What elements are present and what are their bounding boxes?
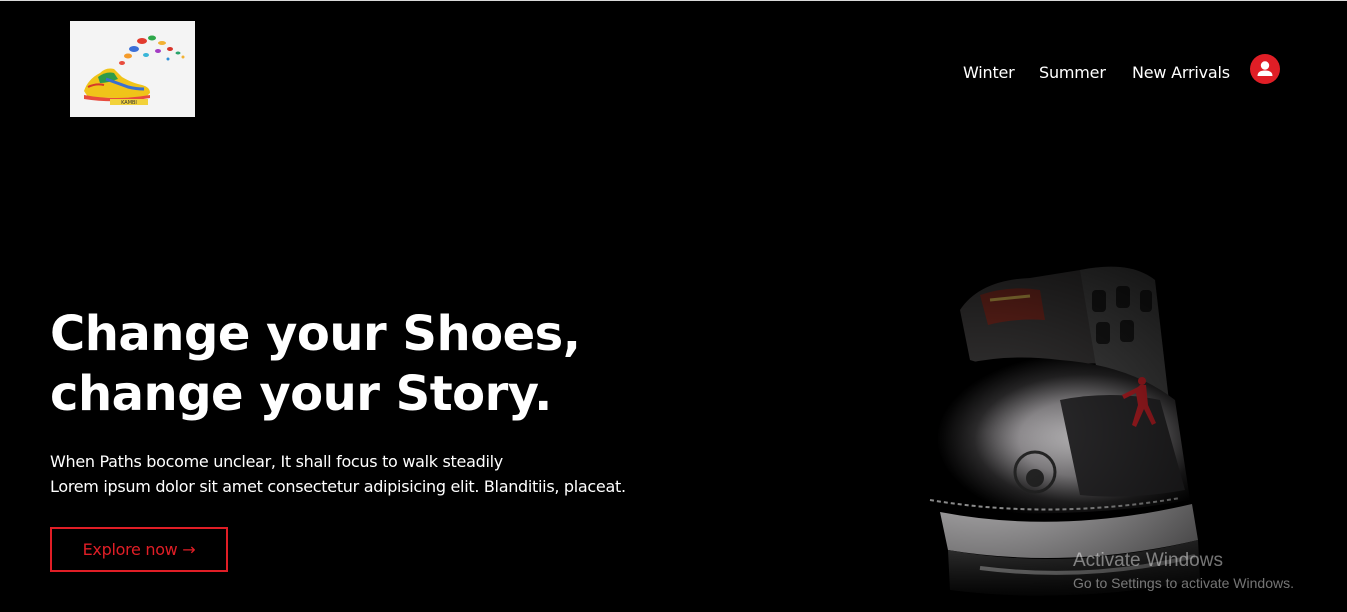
main-nav: Winter Summer New Arrivals bbox=[0, 60, 1347, 86]
hero-subtitle-line-1: When Paths bocome unclear, It shall focu… bbox=[50, 452, 503, 471]
hero-title-line-1: Change your Shoes, bbox=[50, 306, 581, 362]
logo-brand-text: KAMBI bbox=[121, 100, 137, 106]
nav-link-winter[interactable]: Winter bbox=[963, 63, 1015, 82]
windows-activation-watermark: Activate Windows Go to Settings to activ… bbox=[1073, 549, 1294, 593]
watermark-line-2: Go to Settings to activate Windows. bbox=[1073, 575, 1294, 591]
hero-title: Change your Shoes, change your Story. bbox=[50, 304, 581, 424]
watermark-line-1: Activate Windows bbox=[1073, 550, 1223, 571]
user-account-button[interactable] bbox=[1250, 54, 1280, 84]
hero-subtitle: When Paths bocome unclear, It shall focu… bbox=[50, 449, 626, 499]
user-icon bbox=[1257, 61, 1273, 76]
explore-now-button[interactable]: Explore now → bbox=[50, 527, 228, 572]
hero-subtitle-line-2: Lorem ipsum dolor sit amet consectetur a… bbox=[50, 477, 626, 496]
nav-link-new-arrivals[interactable]: New Arrivals bbox=[1132, 63, 1230, 82]
nav-link-summer[interactable]: Summer bbox=[1039, 63, 1106, 82]
top-border bbox=[0, 0, 1347, 1]
hero-title-line-2: change your Story. bbox=[50, 366, 552, 422]
